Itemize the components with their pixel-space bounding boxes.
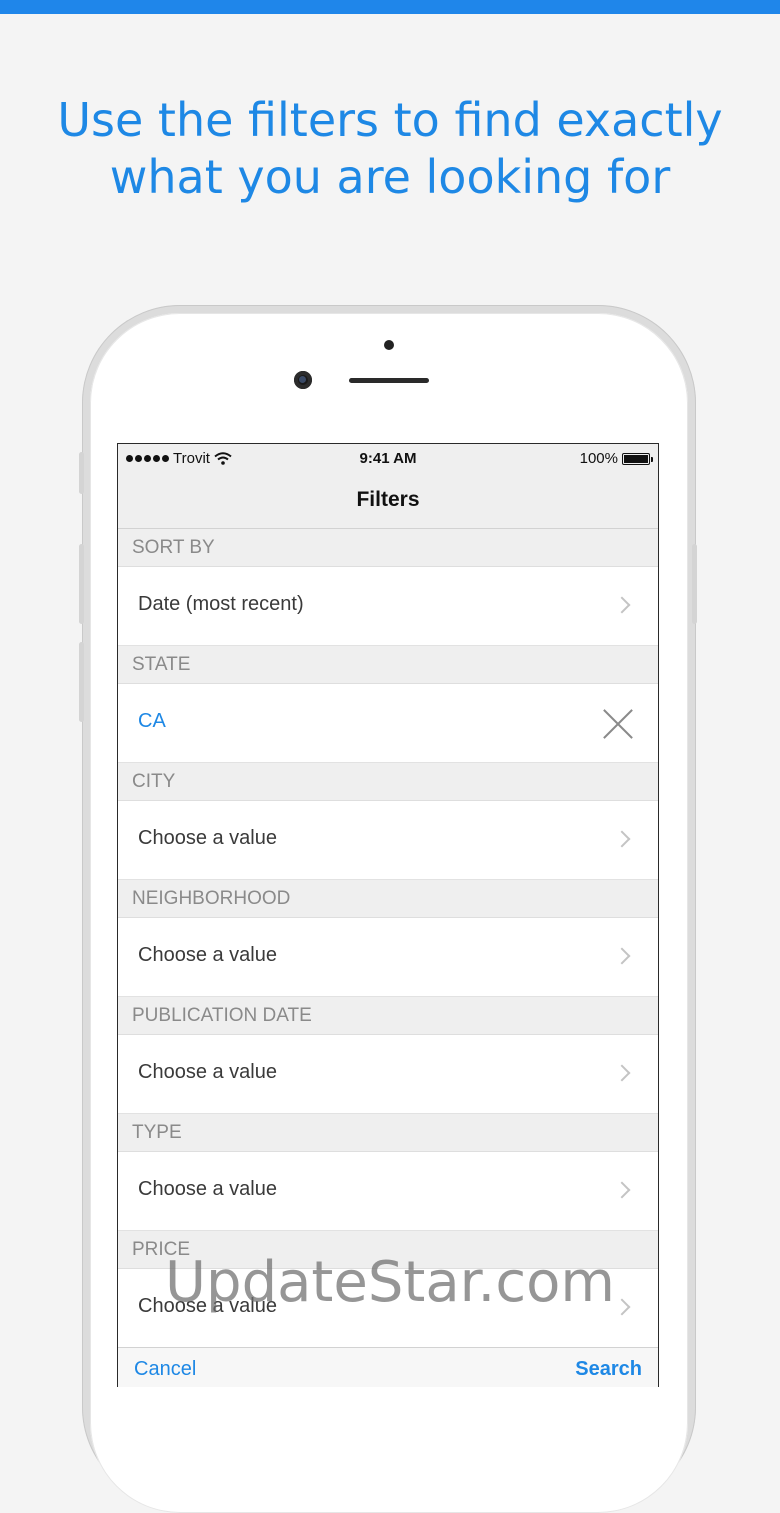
mute-switch <box>79 452 84 494</box>
clear-icon[interactable] <box>602 708 634 740</box>
navigation-bar: Filters <box>118 474 658 529</box>
volume-down-button <box>79 642 84 722</box>
headline-line-2: what you are looking for <box>109 150 671 204</box>
headline-line-1: Use the filters to find exactly <box>57 93 723 147</box>
filter-value: Choose a value <box>138 1178 277 1200</box>
filter-value: Choose a value <box>138 1061 277 1083</box>
phone-screen: Trovit 9:41 AM 100% Filters SORT BY Date… <box>117 443 659 1387</box>
volume-up-button <box>79 544 84 624</box>
filter-value: Choose a value <box>138 827 277 849</box>
section-header-publication-date: PUBLICATION DATE <box>118 997 658 1035</box>
chevron-right-icon <box>613 947 631 965</box>
filters-list: SORT BY Date (most recent) STATE CA CITY… <box>118 529 658 1348</box>
status-right: 100% <box>579 450 653 467</box>
filter-value: Date (most recent) <box>138 593 304 615</box>
chevron-right-icon <box>613 830 631 848</box>
chevron-right-icon <box>613 1181 631 1199</box>
cancel-button[interactable]: Cancel <box>134 1358 196 1381</box>
battery-icon <box>622 452 653 465</box>
filter-row-neighborhood[interactable]: Choose a value <box>118 918 658 997</box>
battery-percent: 100% <box>579 450 618 467</box>
page-title: Filters <box>356 488 420 511</box>
search-button[interactable]: Search <box>575 1358 642 1381</box>
section-header-city: CITY <box>118 763 658 801</box>
filter-row-city[interactable]: Choose a value <box>118 801 658 880</box>
promo-headline: Use the filters to find exactly what you… <box>0 92 780 206</box>
filter-row-type[interactable]: Choose a value <box>118 1152 658 1231</box>
earpiece-speaker <box>349 378 429 383</box>
proximity-sensor <box>384 340 394 350</box>
section-header-neighborhood: NEIGHBORHOOD <box>118 880 658 918</box>
chevron-right-icon <box>613 596 631 614</box>
watermark: UpdateStar.com <box>165 1250 615 1315</box>
status-time: 9:41 AM <box>359 450 417 467</box>
section-header-state: STATE <box>118 646 658 684</box>
filter-row-publication-date[interactable]: Choose a value <box>118 1035 658 1114</box>
filter-value: CA <box>138 710 166 732</box>
status-bar: Trovit 9:41 AM 100% <box>118 444 658 474</box>
power-button <box>692 544 697 624</box>
top-accent-bar <box>0 0 780 14</box>
filter-value: Choose a value <box>138 944 277 966</box>
front-camera-icon <box>294 371 312 389</box>
bottom-toolbar: Cancel Search <box>118 1347 658 1387</box>
section-header-sort-by: SORT BY <box>118 529 658 567</box>
section-header-type: TYPE <box>118 1114 658 1152</box>
filter-row-sort-by[interactable]: Date (most recent) <box>118 567 658 646</box>
filter-row-state[interactable]: CA <box>118 684 658 763</box>
chevron-right-icon <box>613 1064 631 1082</box>
